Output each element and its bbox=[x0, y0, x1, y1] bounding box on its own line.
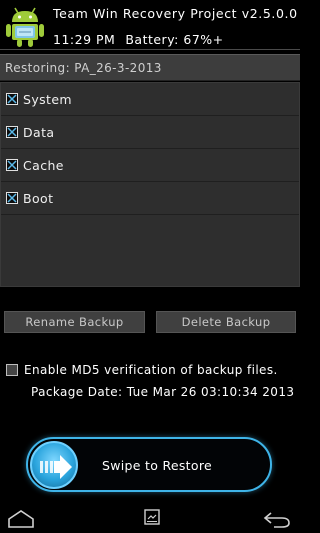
swipe-handle[interactable] bbox=[30, 441, 78, 489]
partition-list[interactable]: System Data Cache Boot bbox=[0, 82, 300, 287]
navigation-bar bbox=[0, 505, 320, 533]
restore-title-bar: Restoring: PA_26-3-2013 bbox=[0, 54, 300, 81]
checkbox-data[interactable] bbox=[6, 126, 18, 138]
swipe-label: Swipe to Restore bbox=[102, 458, 212, 473]
battery-text: Battery: 67%+ bbox=[125, 32, 224, 47]
recovery-screen: Team Win Recovery Project v2.5.0.0 11:29… bbox=[0, 0, 320, 533]
delete-backup-button[interactable]: Delete Backup bbox=[156, 311, 296, 333]
check-mark-icon bbox=[7, 160, 17, 170]
rename-backup-button[interactable]: Rename Backup bbox=[4, 311, 145, 333]
partition-label: System bbox=[23, 92, 73, 107]
status-line: 11:29 PM Battery: 67%+ bbox=[53, 32, 234, 47]
md5-checkbox[interactable] bbox=[6, 364, 18, 376]
app-title: Team Win Recovery Project v2.5.0.0 bbox=[53, 6, 298, 21]
partition-row-system[interactable]: System bbox=[1, 83, 299, 116]
check-mark-icon bbox=[7, 94, 17, 104]
md5-label: Enable MD5 verification of backup files. bbox=[24, 363, 278, 377]
md5-option[interactable]: Enable MD5 verification of backup files. bbox=[6, 363, 296, 381]
header: Team Win Recovery Project v2.5.0.0 11:29… bbox=[0, 0, 320, 50]
partition-label: Boot bbox=[23, 191, 54, 206]
restore-label: Restoring: PA_26-3-2013 bbox=[5, 61, 162, 75]
package-date-text: Package Date: Tue Mar 26 03:10:34 2013 bbox=[31, 385, 295, 399]
home-icon[interactable] bbox=[6, 509, 36, 529]
checkbox-boot[interactable] bbox=[6, 192, 18, 204]
partition-label: Cache bbox=[23, 158, 64, 173]
swipe-to-restore-slider[interactable]: Swipe to Restore bbox=[26, 437, 272, 492]
partition-row-data[interactable]: Data bbox=[1, 116, 299, 149]
partition-row-boot[interactable]: Boot bbox=[1, 182, 299, 215]
header-divider bbox=[0, 49, 300, 50]
check-mark-icon bbox=[7, 127, 17, 137]
partition-label: Data bbox=[23, 125, 55, 140]
clock-text: 11:29 PM bbox=[53, 32, 116, 47]
checkbox-system[interactable] bbox=[6, 93, 18, 105]
check-mark-icon bbox=[7, 193, 17, 203]
checkbox-cache[interactable] bbox=[6, 159, 18, 171]
console-log-icon[interactable] bbox=[144, 509, 160, 525]
android-twrp-logo-icon bbox=[6, 7, 44, 47]
back-icon[interactable] bbox=[262, 509, 292, 529]
arrow-right-icon bbox=[40, 455, 72, 479]
partition-row-cache[interactable]: Cache bbox=[1, 149, 299, 182]
